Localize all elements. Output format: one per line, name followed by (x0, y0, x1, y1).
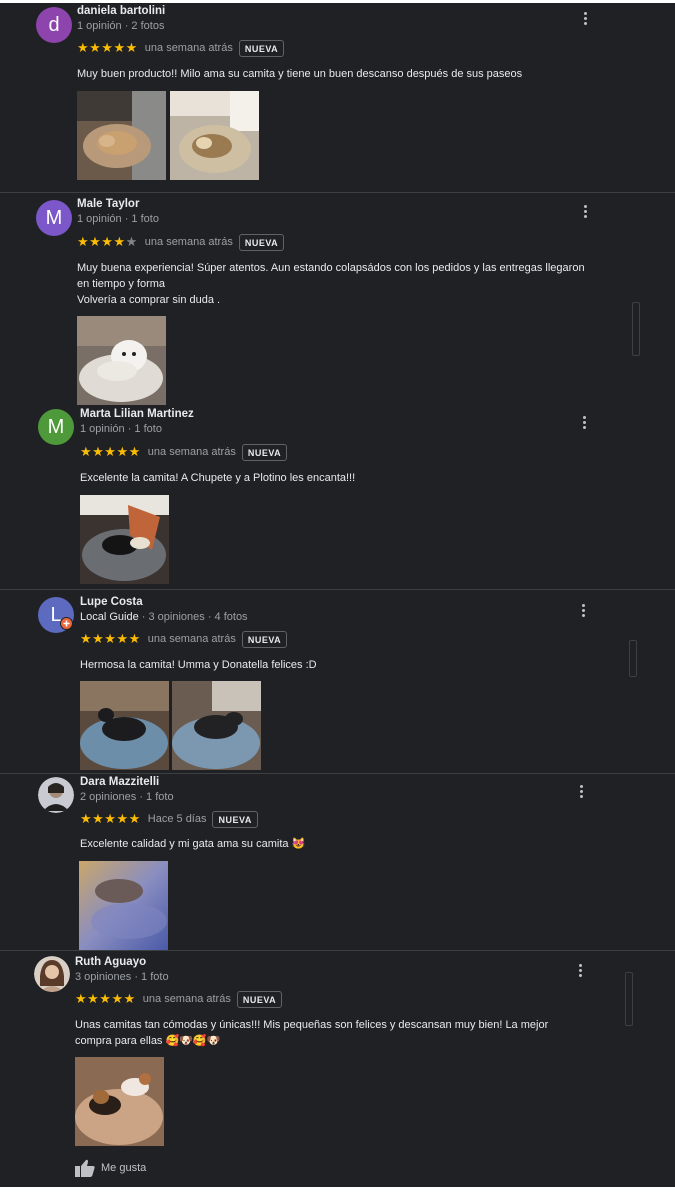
review-text-line: Muy buena experiencia! Súper atentos. Au… (77, 262, 585, 274)
avatar[interactable] (34, 956, 70, 992)
review-text: Hermosa la camita! Umma y Donatella feli… (80, 659, 317, 671)
reviews-panel: d daniela bartolini 1 opinión · 2 fotos … (0, 3, 675, 1187)
reviewer-name[interactable]: daniela bartolini (77, 5, 165, 17)
review-text: Muy buen producto!! Milo ama su camita y… (77, 68, 523, 80)
review-text: Muy buena experiencia! Súper atentos. Au… (77, 260, 637, 308)
star-rating: ★★★★★ (77, 234, 138, 249)
review-photo[interactable] (172, 681, 261, 770)
review-photo[interactable] (75, 1057, 164, 1146)
local-guide-label: Local Guide (80, 611, 139, 623)
reviewer-name[interactable]: Dara Mazzitelli (80, 776, 159, 788)
scrollbar[interactable] (625, 972, 633, 1026)
review-photo[interactable] (77, 316, 166, 405)
rating-row: ★★★★★ una semana atrás NUEVA (75, 990, 283, 1008)
star-rating: ★★★★★ (80, 631, 141, 646)
reviewer-name[interactable]: Lupe Costa (80, 596, 143, 608)
review-date: una semana atrás (142, 993, 231, 1005)
reviewer-meta: 1 opinión · 2 fotos (77, 20, 165, 32)
reviewer-meta: Local Guide · 3 opiniones · 4 fotos (80, 611, 248, 623)
reviewer-name[interactable]: Marta Lilian Martinez (80, 408, 194, 420)
rating-row: ★★★★★ Hace 5 días NUEVA (80, 810, 258, 828)
new-badge: NUEVA (238, 233, 285, 251)
review-text: Unas camitas tan cómodas y únicas!!! Mis… (75, 1017, 635, 1049)
divider (0, 773, 675, 774)
like-label: Me gusta (101, 1162, 147, 1174)
more-options-icon[interactable] (578, 785, 584, 800)
review-text-line: en tiempo y forma (77, 278, 166, 290)
review-text-line: Volvería a comprar sin duda . (77, 294, 221, 306)
avatar[interactable]: d (36, 7, 72, 43)
new-badge: NUEVA (241, 630, 288, 648)
reviewer-name[interactable]: Male Taylor (77, 198, 139, 210)
reviewer-meta: 2 opiniones · 1 foto (80, 791, 174, 803)
reviewer-meta: 1 opinión · 1 foto (77, 213, 159, 225)
star-rating: ★★★★★ (77, 40, 138, 55)
review-text-line: Unas camitas tan cómodas y únicas!!! Mis… (75, 1019, 549, 1031)
avatar[interactable] (38, 777, 74, 813)
review-text: Excelente calidad y mi gata ama su camit… (80, 838, 306, 850)
like-button[interactable]: Me gusta (75, 1159, 146, 1177)
review-date: una semana atrás (144, 42, 233, 54)
reviewer-meta: 3 opiniones · 1 foto (75, 971, 169, 983)
local-guide-icon (60, 617, 73, 630)
review-text-line: compra para ellas 🥰🐶🥰🐶 (75, 1035, 221, 1047)
review-date: una semana atrás (144, 236, 233, 248)
new-badge: NUEVA (238, 39, 285, 57)
reviewer-meta: 1 opinión · 1 foto (80, 423, 162, 435)
rating-row: ★★★★★ una semana atrás NUEVA (80, 443, 288, 461)
scrollbar[interactable] (632, 302, 640, 356)
divider (0, 589, 675, 590)
divider (0, 950, 675, 951)
reviewer-stats: · 3 opiniones · 4 fotos (138, 611, 248, 623)
scrollbar[interactable] (629, 640, 637, 677)
more-options-icon[interactable] (582, 205, 588, 220)
review-photo[interactable] (80, 681, 169, 770)
thumb-up-icon (75, 1159, 95, 1177)
avatar[interactable]: M (36, 200, 72, 236)
rating-row: ★★★★★ una semana atrás NUEVA (77, 39, 285, 57)
avatar[interactable]: M (38, 409, 74, 445)
star-rating: ★★★★★ (80, 811, 141, 826)
more-options-icon[interactable] (577, 964, 583, 979)
new-badge: NUEVA (241, 443, 288, 461)
review-text: Excelente la camita! A Chupete y a Ploti… (80, 472, 356, 484)
rating-row: ★★★★★ una semana atrás NUEVA (80, 630, 288, 648)
more-options-icon[interactable] (581, 416, 587, 431)
more-options-icon[interactable] (582, 12, 588, 27)
review-photo[interactable] (77, 91, 166, 180)
review-date: una semana atrás (147, 633, 236, 645)
rating-row: ★★★★★ una semana atrás NUEVA (77, 233, 285, 251)
new-badge: NUEVA (236, 990, 283, 1008)
review-date: una semana atrás (147, 446, 236, 458)
reviewer-name[interactable]: Ruth Aguayo (75, 956, 146, 968)
star-rating: ★★★★★ (80, 444, 141, 459)
review-date: Hace 5 días (147, 813, 207, 825)
divider (0, 192, 675, 193)
new-badge: NUEVA (212, 810, 258, 828)
more-options-icon[interactable] (580, 604, 586, 619)
star-rating: ★★★★★ (75, 991, 136, 1006)
review-photo[interactable] (79, 861, 168, 950)
review-photo[interactable] (80, 495, 169, 584)
review-photo[interactable] (170, 91, 259, 180)
